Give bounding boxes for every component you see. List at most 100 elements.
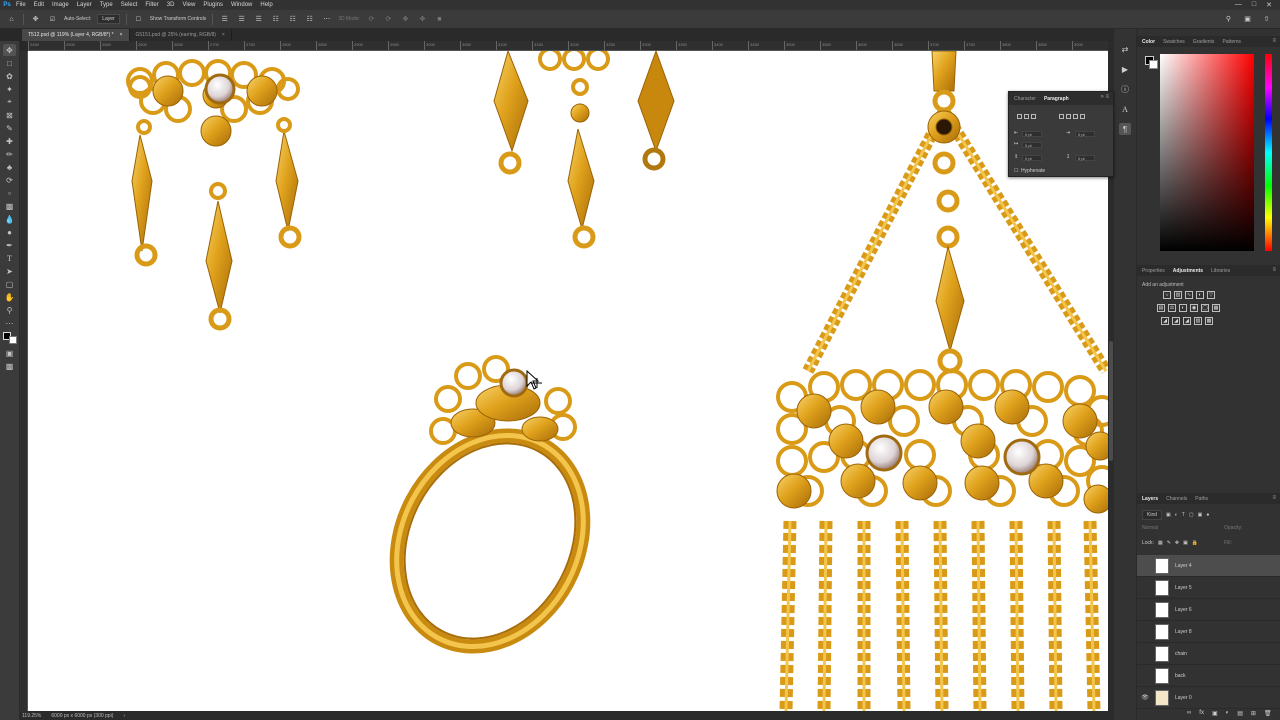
rectangle-tool-icon[interactable]: ▢	[3, 278, 16, 290]
align-center-text-icon[interactable]	[1024, 114, 1029, 119]
layer-filter-kind[interactable]: Kind	[1142, 510, 1163, 520]
curves-icon[interactable]: ∿	[1185, 291, 1193, 299]
indent-left-field[interactable]: 0 pt	[1022, 131, 1042, 137]
delete-layer-icon[interactable]: 🗑	[1264, 710, 1272, 717]
tab-libraries[interactable]: Libraries	[1211, 268, 1230, 274]
fx-icon[interactable]: fx	[1199, 710, 1204, 717]
menu-image[interactable]: Image	[48, 0, 73, 10]
menu-help[interactable]: Help	[256, 0, 276, 10]
3d-orbit-icon[interactable]: ⟳	[366, 14, 377, 25]
status-arrow-icon[interactable]: ›	[123, 713, 125, 719]
scroll-thumb[interactable]	[1109, 341, 1113, 461]
menu-3d[interactable]: 3D	[163, 0, 179, 10]
align-right-text-icon[interactable]	[1031, 114, 1036, 119]
screen-mode-icon[interactable]: ▩	[3, 360, 16, 372]
history-icon[interactable]: ⇄	[1119, 43, 1131, 55]
lock-artboard-icon[interactable]: ▣	[1183, 540, 1188, 546]
layer-row-layer-5[interactable]: Layer 5	[1137, 577, 1280, 599]
posterize-icon[interactable]: ◢	[1172, 317, 1180, 325]
menu-type[interactable]: Type	[96, 0, 117, 10]
menu-window[interactable]: Window	[227, 0, 256, 10]
background-color-swatch[interactable]	[8, 336, 17, 344]
close-tab-icon[interactable]: ×	[120, 29, 123, 41]
pen-tool-icon[interactable]: ✒	[3, 239, 16, 251]
indent-right-field[interactable]: 0 pt	[1075, 131, 1095, 137]
zoom-tool-icon[interactable]: ⚲	[3, 304, 16, 316]
tab-adjustments[interactable]: Adjustments	[1173, 268, 1203, 274]
layer-row-layer-8[interactable]: Layer 8	[1137, 621, 1280, 643]
filter-pixel-icon[interactable]: ▣	[1166, 512, 1171, 518]
filter-toggle-icon[interactable]: ●	[1206, 512, 1209, 518]
healing-brush-tool-icon[interactable]: ✚	[3, 135, 16, 147]
color-balance-icon[interactable]: ⚖	[1168, 304, 1176, 312]
crop-tool-icon[interactable]: ⌖	[3, 96, 16, 108]
blur-tool-icon[interactable]: 💧	[3, 213, 16, 225]
dodge-tool-icon[interactable]: ●	[3, 226, 16, 238]
menu-file[interactable]: File	[12, 0, 30, 10]
menu-plugins[interactable]: Plugins	[199, 0, 227, 10]
new-adjustment-icon[interactable]: ◐	[1226, 710, 1230, 717]
lock-transparent-icon[interactable]: ▦	[1158, 540, 1163, 546]
blend-mode-dropdown[interactable]: Normal	[1142, 525, 1158, 531]
lock-all-icon[interactable]: 🔒	[1192, 540, 1198, 546]
auto-select-checkbox[interactable]: ☑	[47, 14, 58, 25]
close-icon[interactable]: ✕	[1266, 1, 1272, 9]
justify-left-icon[interactable]	[1059, 114, 1064, 119]
tab-character[interactable]: Character	[1014, 96, 1036, 102]
search-icon[interactable]: ⚲	[1223, 14, 1234, 25]
menu-view[interactable]: View	[178, 0, 199, 10]
brush-tool-icon[interactable]: ✏	[3, 148, 16, 160]
new-group-icon[interactable]: ▤	[1237, 710, 1243, 717]
quick-selection-tool-icon[interactable]: ✦	[3, 83, 16, 95]
panel-menu-icon[interactable]: ≡	[1272, 38, 1276, 44]
invert-icon[interactable]: ◢	[1161, 317, 1169, 325]
eye-icon[interactable]: 👁	[1137, 694, 1153, 701]
layer-name[interactable]: Layer 5	[1175, 585, 1192, 591]
layer-name[interactable]: Layer 8	[1175, 629, 1192, 635]
selective-color-icon[interactable]: ▨	[1194, 317, 1202, 325]
frame-tool-icon[interactable]: ⊠	[3, 109, 16, 121]
tab-patterns[interactable]: Patterns	[1222, 39, 1241, 45]
lasso-tool-icon[interactable]: ✿	[3, 70, 16, 82]
add-mask-icon[interactable]: ▣	[1212, 710, 1218, 717]
layer-row-layer-0[interactable]: 👁 Layer 0	[1137, 687, 1280, 709]
distribute-horizontal-icon[interactable]: ☷	[304, 14, 315, 25]
layer-name[interactable]: back	[1175, 673, 1186, 679]
layer-row-layer-6[interactable]: Layer 6	[1137, 599, 1280, 621]
panel-menu-icon[interactable]: ≡	[1272, 495, 1276, 501]
paragraph-icon[interactable]: ¶	[1119, 123, 1131, 135]
gradient-map-icon[interactable]: ▩	[1205, 317, 1213, 325]
close-tab-icon[interactable]: ×	[222, 29, 225, 41]
lock-position-icon[interactable]: ✥	[1175, 540, 1179, 546]
space-before-field[interactable]: 0 pt	[1022, 155, 1042, 161]
move-tool-preset-icon[interactable]: ✥	[30, 14, 41, 25]
tab-swatches[interactable]: Swatches	[1163, 39, 1185, 45]
tab-paths[interactable]: Paths	[1195, 496, 1208, 502]
quick-mask-icon[interactable]: ▣	[3, 347, 16, 359]
tab-gradients[interactable]: Gradients	[1193, 39, 1215, 45]
layer-name[interactable]: chain	[1175, 651, 1187, 657]
layer-row-back[interactable]: back	[1137, 665, 1280, 687]
tab-color[interactable]: Color	[1142, 39, 1155, 45]
actions-play-icon[interactable]: ▶	[1119, 63, 1131, 75]
black-white-icon[interactable]: ◐	[1179, 304, 1187, 312]
3d-scale-icon[interactable]: ■	[434, 14, 445, 25]
panel-menu-icon[interactable]: » ≡	[1100, 94, 1109, 100]
menu-filter[interactable]: Filter	[141, 0, 162, 10]
layer-row-layer-4[interactable]: Layer 4	[1137, 555, 1280, 577]
hand-tool-icon[interactable]: ✋	[3, 291, 16, 303]
menu-select[interactable]: Select	[117, 0, 142, 10]
link-layers-icon[interactable]: ∞	[1187, 710, 1191, 717]
layer-row-chain[interactable]: chain	[1137, 643, 1280, 665]
minimize-icon[interactable]: —	[1235, 1, 1242, 9]
filter-adjustment-icon[interactable]: ◐	[1175, 512, 1178, 518]
menu-layer[interactable]: Layer	[73, 0, 96, 10]
document-canvas[interactable]	[28, 51, 1108, 711]
tab-paragraph[interactable]: Paragraph	[1044, 96, 1069, 102]
threshold-icon[interactable]: ◢	[1183, 317, 1191, 325]
vibrance-icon[interactable]: ▽	[1207, 291, 1215, 299]
distribute-icon[interactable]: ☷	[287, 14, 298, 25]
layer-name[interactable]: Layer 0	[1175, 695, 1192, 701]
more-options-icon[interactable]: ⋯	[321, 14, 332, 25]
home-icon[interactable]: ⌂	[6, 14, 17, 25]
